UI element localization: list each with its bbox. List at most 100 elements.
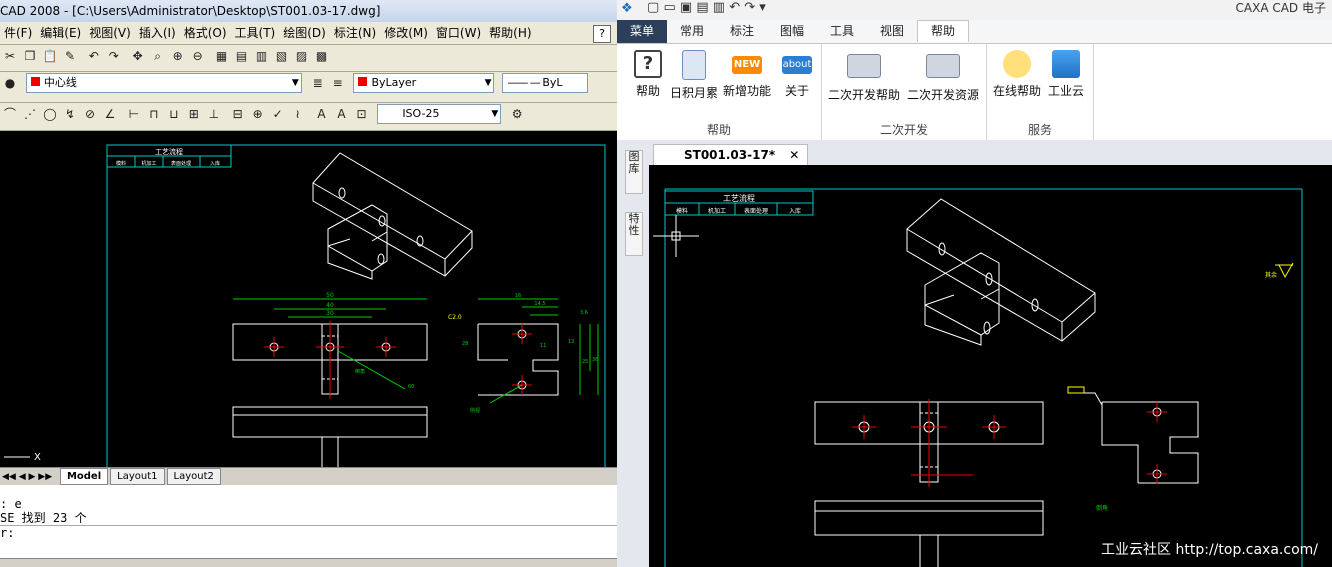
linetype-dropdown[interactable]: —— — ByL — [502, 73, 589, 93]
dimstyle-dropdown[interactable]: ISO-25 ▼ — [377, 104, 502, 124]
tab-tools[interactable]: 工具 — [817, 20, 867, 43]
dim-label: 28 — [462, 341, 468, 347]
menu-edit[interactable]: 编辑(E) — [36, 22, 85, 44]
quick-dim-icon[interactable]: ⊢ — [125, 105, 143, 123]
sdk-resources-button[interactable]: 二次开发资源 — [904, 50, 982, 103]
inspection-icon[interactable]: ✓ — [269, 105, 287, 123]
online-help-button[interactable]: 在线帮助 — [991, 50, 1043, 99]
document-tab[interactable]: ST001.03-17* ✕ — [653, 144, 809, 165]
save-icon[interactable]: ▣ — [680, 0, 692, 15]
side-view: 倒角 — [1067, 386, 1199, 512]
zoom-window-icon[interactable]: ⊕ — [169, 47, 187, 65]
zoom-previous-icon[interactable]: ⊖ — [189, 47, 207, 65]
note-label: 侧视 — [470, 407, 480, 414]
redo-icon[interactable]: ↷ — [744, 0, 755, 15]
calculator-icon[interactable]: ▩ — [312, 47, 330, 65]
side-tab-library[interactable]: 图库 — [625, 150, 643, 194]
help-button[interactable]: ? 帮助 — [631, 50, 665, 99]
tab-layout1[interactable]: Layout1 — [110, 468, 165, 485]
tab-common[interactable]: 常用 — [667, 20, 717, 43]
dim-text-edit-icon[interactable]: A — [332, 105, 350, 123]
tab-nav-icon[interactable]: ◀◀ ◀ ▶ ▶▶ — [0, 472, 54, 482]
autocad-drawing-area[interactable]: 工艺流程 模料 机加工 表面处理 入库 50 40 30 60 倒角 16 14… — [0, 131, 617, 476]
arc-icon[interactable]: ⌒ — [1, 105, 19, 123]
command-window[interactable]: : e SE 找到 23 个 r: — [0, 485, 617, 567]
menu-tools[interactable]: 工具(T) — [231, 22, 280, 44]
open-file-icon[interactable]: ▭ — [663, 0, 675, 15]
copy-icon[interactable]: ❐ — [21, 47, 39, 65]
dimstyle-value: ISO-25 — [402, 107, 440, 120]
sheet-set-icon[interactable]: ▧ — [272, 47, 290, 65]
tips-button[interactable]: 日积月累 — [669, 50, 719, 101]
tool-palette-icon[interactable]: ▥ — [252, 47, 270, 65]
paste-icon[interactable]: 📋 — [41, 47, 59, 65]
markup-icon[interactable]: ▨ — [292, 47, 310, 65]
redo-icon[interactable]: ↷ — [105, 47, 123, 65]
menu-window[interactable]: 窗口(W) — [432, 22, 485, 44]
tab-view[interactable]: 视图 — [867, 20, 917, 43]
new-features-button[interactable]: NEW 新增功能 — [721, 50, 773, 99]
menu-format[interactable]: 格式(O) — [180, 22, 231, 44]
layer-manager-icon[interactable]: ≣ — [309, 74, 327, 92]
tab-layout2[interactable]: Layout2 — [166, 468, 221, 485]
front-view — [814, 399, 1044, 487]
help-button-label: 帮助 — [635, 84, 660, 98]
tab-annotation[interactable]: 标注 — [717, 20, 767, 43]
print-icon[interactable]: ▥ — [713, 0, 725, 15]
dim-edit-icon[interactable]: A — [312, 105, 330, 123]
side-tab-properties[interactable]: 特性 — [625, 212, 643, 256]
menu-insert[interactable]: 插入(I) — [135, 22, 180, 44]
jogged-linear-icon[interactable]: ≀ — [289, 105, 307, 123]
dim-style-manager-icon[interactable]: ⚙ — [508, 105, 526, 123]
menu-draw[interactable]: 绘图(D) — [279, 22, 330, 44]
menu-view[interactable]: 视图(V) — [85, 22, 135, 44]
tab-help[interactable]: 帮助 — [917, 20, 969, 42]
undo-icon[interactable]: ↶ — [85, 47, 103, 65]
menu-dimension[interactable]: 标注(N) — [330, 22, 380, 44]
undo-icon[interactable]: ↶ — [729, 0, 740, 15]
pan-icon[interactable]: ✥ — [129, 47, 147, 65]
document-tab-bar: ST001.03-17* ✕ — [649, 140, 1332, 165]
tab-sheet[interactable]: 图幅 — [767, 20, 817, 43]
layer-state-icon[interactable]: ● — [1, 74, 19, 92]
save-as-icon[interactable]: ▤ — [696, 0, 708, 15]
layer-dropdown[interactable]: 中心线 ▼ — [25, 73, 302, 93]
close-icon[interactable]: ✕ — [789, 148, 799, 162]
menu-file[interactable]: 件(F) — [0, 22, 36, 44]
design-center-icon[interactable]: ▤ — [232, 47, 250, 65]
dim-jogged-icon[interactable]: ↯ — [61, 105, 79, 123]
about-button-label: 关于 — [784, 84, 809, 98]
help-icon[interactable]: ? — [593, 25, 611, 43]
caxa-window: ❖ ▢ ▭ ▣ ▤ ▥ ↶ ↷ ▾ CAXA CAD 电子 菜单 常用 标注 图幅 工具… — [617, 0, 1332, 567]
scissors-icon[interactable]: ✂ — [1, 47, 19, 65]
caxa-drawing-area[interactable]: 工艺流程 模料 机加工 表面处理 入库 其余 倒角 — [649, 165, 1332, 567]
brush-icon[interactable]: ✎ — [61, 47, 79, 65]
dim-baseline-icon[interactable]: ⊓ — [145, 105, 163, 123]
dim-update-icon[interactable]: ⊡ — [352, 105, 370, 123]
about-button[interactable]: about 关于 — [777, 50, 817, 99]
customize-icon[interactable]: ▾ — [759, 0, 766, 15]
table-cell: 机加工 — [708, 207, 726, 215]
ribbon-panel: ? 帮助 日积月累 NEW 新增功能 about 关于 帮助 二次开发帮助 二次… — [617, 43, 1332, 142]
zoom-realtime-icon[interactable]: ⌕ — [149, 47, 167, 65]
dim-radius-icon[interactable]: ◯ — [41, 105, 59, 123]
center-mark-icon[interactable]: ⊕ — [249, 105, 267, 123]
tolerance-icon[interactable]: ⊟ — [229, 105, 247, 123]
dim-space-icon[interactable]: ⊞ — [185, 105, 203, 123]
dim-continue-icon[interactable]: ⊔ — [165, 105, 183, 123]
menu-modify[interactable]: 修改(M) — [380, 22, 432, 44]
tab-model[interactable]: Model — [59, 468, 109, 485]
properties-icon[interactable]: ▦ — [212, 47, 230, 65]
dim-ordinate-icon[interactable]: ⋰ — [21, 105, 39, 123]
sdk-help-button[interactable]: 二次开发帮助 — [826, 50, 902, 103]
menu-help[interactable]: 帮助(H) — [485, 22, 535, 44]
layer-previous-icon[interactable]: ≡ — [329, 74, 347, 92]
dim-diameter-icon[interactable]: ⊘ — [81, 105, 99, 123]
tab-menu[interactable]: 菜单 — [617, 20, 667, 43]
color-dropdown[interactable]: ByLayer ▼ — [353, 73, 495, 93]
dim-break-icon[interactable]: ⊥ — [205, 105, 223, 123]
command-prompt[interactable]: r: — [0, 525, 617, 540]
cloud-button[interactable]: 工业云 — [1045, 50, 1087, 99]
dim-angular-icon[interactable]: ∠ — [101, 105, 119, 123]
new-file-icon[interactable]: ▢ — [647, 0, 659, 15]
